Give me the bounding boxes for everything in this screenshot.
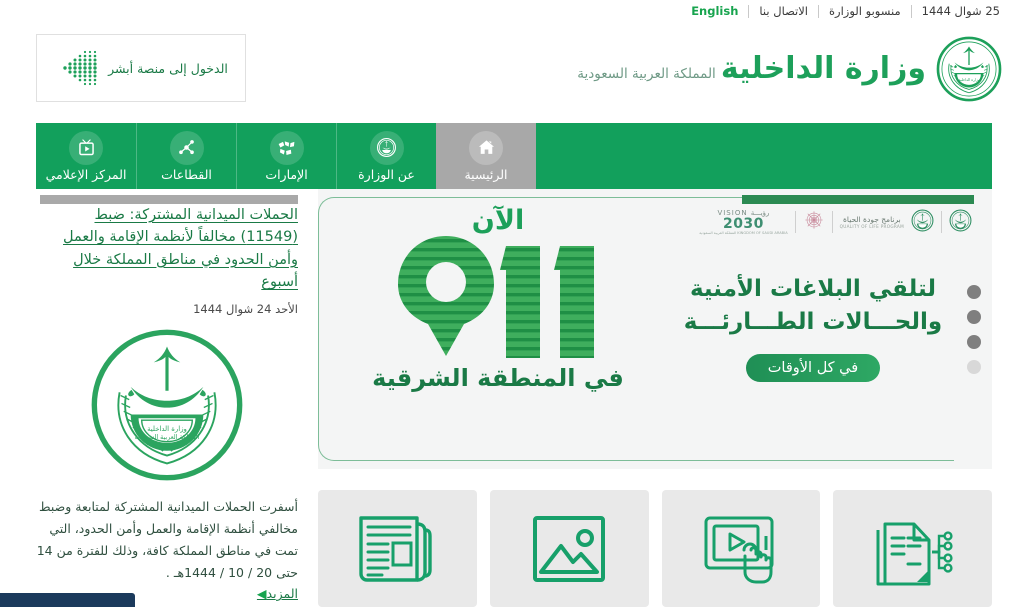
news-highlight-column: الحملات الميدانية المشتركة: ضبط (11549) … xyxy=(36,189,298,607)
slider-dot-1[interactable] xyxy=(967,284,981,299)
slider-dot-2[interactable] xyxy=(967,309,981,324)
topbar-link-english[interactable]: English xyxy=(681,0,748,22)
main-navigation: الرئيسية عن الوزارة الإمارات القطاعات ال… xyxy=(36,123,992,189)
open-data-card[interactable] xyxy=(833,490,992,607)
image-gallery-icon xyxy=(529,512,609,586)
home-icon xyxy=(469,130,503,165)
moi-emblem-icon: وزارة الداخلية xyxy=(936,36,1002,102)
moi-emblem-icon: وزارة الداخلية المملكة العربية السعودية xyxy=(88,326,246,484)
news-image-wrap: وزارة الداخلية المملكة العربية السعودية xyxy=(36,326,298,484)
slider-dot-4[interactable] xyxy=(967,359,981,374)
nav-label-home: الرئيسية xyxy=(464,166,508,182)
svg-text:وزارة الداخلية: وزارة الداخلية xyxy=(959,78,980,82)
logo-subtitle: المملكة العربية السعودية xyxy=(577,66,716,83)
qol-arabic-label: برنامج جودة الحياة xyxy=(842,215,901,224)
banner-availability-pill[interactable]: في كل الأوقات xyxy=(745,353,881,382)
nav-item-home[interactable]: الرئيسية xyxy=(436,123,536,189)
vision-bottom-label: المملكة العربية السعودية KINGDOM OF SAUD… xyxy=(699,231,788,235)
911-pin-icon xyxy=(388,230,608,362)
topbar-link-staff[interactable]: منسوبو الوزارة xyxy=(819,0,911,22)
nav-item-regions[interactable]: الإمارات xyxy=(236,123,336,189)
media-tv-icon xyxy=(69,130,103,165)
banner-accent-bar xyxy=(742,195,974,204)
banner-partner-logos: برنامج جودة الحياة QUALITY OF LIFE PROGR… xyxy=(699,207,972,237)
topbar-divider xyxy=(818,4,820,18)
quality-of-life-program-logo: برنامج جودة الحياة QUALITY OF LIFE PROGR… xyxy=(840,215,904,229)
news-more-label: المزيد xyxy=(266,586,298,602)
nav-label-sectors: القطاعات xyxy=(161,166,212,182)
regions-icon xyxy=(269,130,304,165)
hero-banner-slider: برنامج جودة الحياة QUALITY OF LIFE PROGR… xyxy=(318,189,992,469)
saudi-emblem-small-icon xyxy=(911,209,934,236)
banner-headline-block: لتلقي البلاغات الأمنية والحـــالات الطــ… xyxy=(650,273,976,382)
sectors-network-icon xyxy=(169,130,204,165)
vision-rosette-icon xyxy=(803,209,825,235)
slider-pagination-dots xyxy=(956,189,992,469)
news-title-link[interactable]: الحملات الميدانية المشتركة: ضبط (11549) … xyxy=(63,207,298,290)
vision-number: 2030 xyxy=(722,216,764,232)
topbar-divider xyxy=(910,4,912,18)
nav-item-about-ministry[interactable]: عن الوزارة xyxy=(336,123,436,189)
vision-2030-logo: VISION رؤيـــة 2030 المملكة العربية السع… xyxy=(699,209,787,235)
topbar-divider xyxy=(748,4,750,18)
site-logo[interactable]: وزارة الداخلية وزارة الداخلية المملكة ال… xyxy=(577,36,1002,102)
logo-title: وزارة الداخلية xyxy=(720,51,927,87)
news-more-link[interactable]: المزيد◀ xyxy=(253,586,298,601)
newspaper-icon xyxy=(355,512,439,586)
main-content: الحملات الميدانية المشتركة: ضبط (11549) … xyxy=(0,189,1028,607)
news-date: الأحد 24 شوال 1444 xyxy=(193,301,298,316)
banner-911-block: الآن في المنطقة الشرقية xyxy=(348,205,648,392)
page-root: 25 شوال 1444 منسوبو الوزارة الاتصال بنا … xyxy=(0,0,1028,607)
news-accent-bar xyxy=(40,195,298,204)
hijri-date: 25 شوال 1444 xyxy=(921,4,1000,18)
banner-region-label: في المنطقة الشرقية xyxy=(372,364,624,392)
slider-dot-3[interactable] xyxy=(967,334,981,349)
browser-status-bar xyxy=(0,593,135,607)
site-header: الدخول إلى منصة أبشر وزارة الداخلية وزار… xyxy=(0,22,1028,123)
nav-label-about-ministry: عن الوزارة xyxy=(358,166,415,182)
photo-gallery-card[interactable] xyxy=(489,490,649,607)
topbar-link-contact[interactable]: الاتصال بنا xyxy=(749,0,818,22)
qol-english-label: QUALITY OF LIFE PROGRAM xyxy=(839,224,904,229)
logo-divider xyxy=(794,211,796,233)
logo-divider xyxy=(941,211,942,233)
ministry-emblem-icon xyxy=(369,130,404,165)
document-data-icon xyxy=(870,510,956,588)
nav-item-media-center[interactable]: المركز الإعلامي xyxy=(36,123,136,189)
banner-headline-line1: لتلقي البلاغات الأمنية xyxy=(689,276,937,302)
absher-login-label: الدخول إلى منصة أبشر xyxy=(108,60,228,76)
nav-label-regions: الإمارات xyxy=(265,166,308,182)
top-utility-bar: 25 شوال 1444 منسوبو الوزارة الاتصال بنا … xyxy=(0,0,1028,22)
absher-login-button[interactable]: الدخول إلى منصة أبشر xyxy=(36,34,246,102)
chevron-left-icon: ◀ xyxy=(256,586,267,602)
svg-text:المملكة العربية السعودية: المملكة العربية السعودية xyxy=(135,434,200,441)
video-play-hand-icon xyxy=(698,510,784,588)
video-library-card[interactable] xyxy=(661,490,821,607)
logo-text-block: وزارة الداخلية المملكة العربية السعودية xyxy=(577,53,926,85)
banner-headline-line2: والحـــالات الطـــارئـــة xyxy=(683,309,943,336)
nav-item-sectors[interactable]: القطاعات xyxy=(136,123,236,189)
news-card[interactable] xyxy=(318,490,477,607)
logo-divider xyxy=(831,211,833,233)
quick-links-cards xyxy=(318,490,992,607)
absher-chevron-icon xyxy=(54,47,100,89)
news-summary: أسفرت الحملات الميدانية المشتركة لمتابعة… xyxy=(36,498,298,580)
svg-text:وزارة الداخلية: وزارة الداخلية xyxy=(147,425,187,433)
nav-label-media-center: المركز الإعلامي xyxy=(45,166,127,182)
